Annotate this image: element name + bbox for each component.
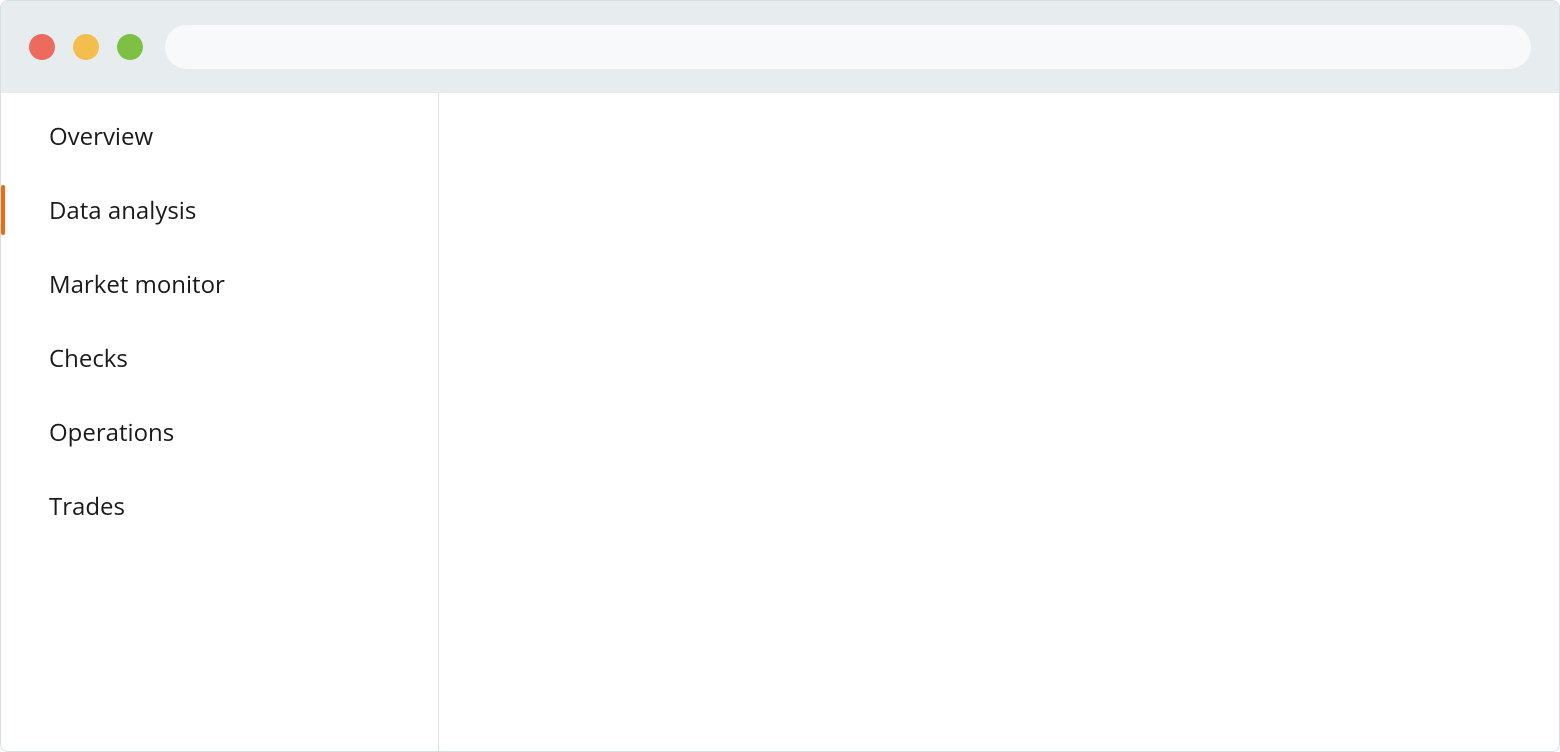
body-area: Overview Data analysis Market monitor Ch…	[1, 93, 1559, 751]
sidebar-item-market-monitor[interactable]: Market monitor	[1, 247, 438, 321]
close-window-button[interactable]	[29, 34, 55, 60]
maximize-window-button[interactable]	[117, 34, 143, 60]
sidebar-item-label: Market monitor	[49, 268, 225, 301]
sidebar: Overview Data analysis Market monitor Ch…	[1, 93, 439, 751]
sidebar-item-overview[interactable]: Overview	[1, 99, 438, 173]
sidebar-item-checks[interactable]: Checks	[1, 321, 438, 395]
sidebar-item-data-analysis[interactable]: Data analysis	[1, 173, 438, 247]
window-controls	[29, 34, 143, 60]
sidebar-item-label: Checks	[49, 342, 128, 375]
sidebar-item-operations[interactable]: Operations	[1, 395, 438, 469]
main-content	[439, 93, 1559, 751]
sidebar-item-label: Data analysis	[49, 194, 196, 227]
sidebar-item-trades[interactable]: Trades	[1, 469, 438, 543]
address-bar-input[interactable]	[165, 25, 1531, 69]
titlebar	[1, 1, 1559, 93]
sidebar-item-label: Trades	[49, 490, 125, 523]
minimize-window-button[interactable]	[73, 34, 99, 60]
sidebar-item-label: Overview	[49, 120, 153, 153]
sidebar-item-label: Operations	[49, 416, 174, 449]
app-window: Overview Data analysis Market monitor Ch…	[0, 0, 1560, 752]
